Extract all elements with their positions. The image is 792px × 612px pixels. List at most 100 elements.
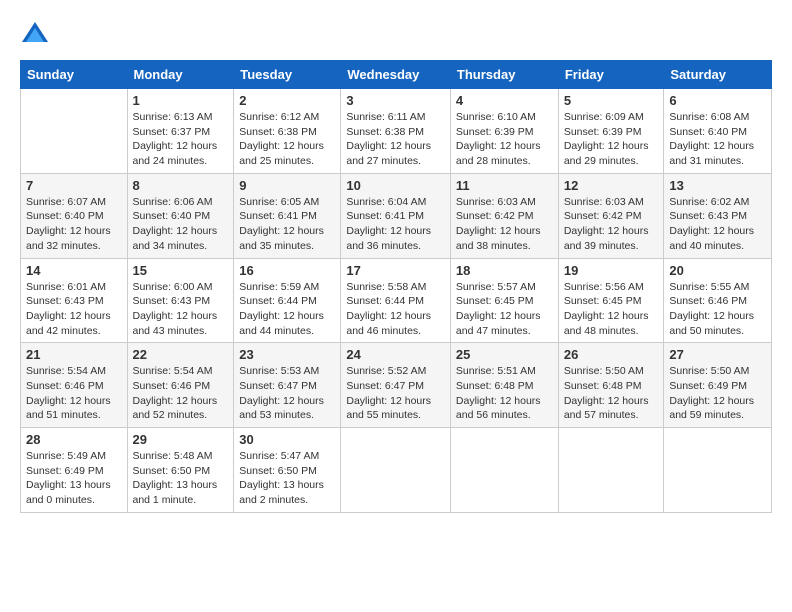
calendar-cell: 1 Sunrise: 6:13 AM Sunset: 6:37 PM Daylig… xyxy=(127,89,234,174)
calendar-cell xyxy=(21,89,128,174)
day-info: Sunrise: 5:55 AM Sunset: 6:46 PM Dayligh… xyxy=(669,280,766,339)
calendar-cell: 17 Sunrise: 5:58 AM Sunset: 6:44 PM Dayli… xyxy=(341,258,451,343)
day-number: 7 xyxy=(26,178,122,193)
calendar-cell xyxy=(341,428,451,513)
day-info: Sunrise: 5:47 AM Sunset: 6:50 PM Dayligh… xyxy=(239,449,335,508)
day-info: Sunrise: 6:07 AM Sunset: 6:40 PM Dayligh… xyxy=(26,195,122,254)
day-number: 10 xyxy=(346,178,445,193)
day-number: 5 xyxy=(564,93,659,108)
calendar-cell: 7 Sunrise: 6:07 AM Sunset: 6:40 PM Daylig… xyxy=(21,173,128,258)
calendar-cell: 16 Sunrise: 5:59 AM Sunset: 6:44 PM Dayli… xyxy=(234,258,341,343)
column-header-thursday: Thursday xyxy=(450,61,558,89)
logo xyxy=(20,20,54,50)
day-info: Sunrise: 5:54 AM Sunset: 6:46 PM Dayligh… xyxy=(26,364,122,423)
calendar-cell: 29 Sunrise: 5:48 AM Sunset: 6:50 PM Dayli… xyxy=(127,428,234,513)
calendar-cell: 3 Sunrise: 6:11 AM Sunset: 6:38 PM Daylig… xyxy=(341,89,451,174)
day-number: 19 xyxy=(564,263,659,278)
day-info: Sunrise: 5:54 AM Sunset: 6:46 PM Dayligh… xyxy=(133,364,229,423)
day-number: 18 xyxy=(456,263,553,278)
day-info: Sunrise: 5:58 AM Sunset: 6:44 PM Dayligh… xyxy=(346,280,445,339)
calendar-cell: 23 Sunrise: 5:53 AM Sunset: 6:47 PM Dayli… xyxy=(234,343,341,428)
calendar-cell: 19 Sunrise: 5:56 AM Sunset: 6:45 PM Dayli… xyxy=(558,258,664,343)
day-info: Sunrise: 6:13 AM Sunset: 6:37 PM Dayligh… xyxy=(133,110,229,169)
day-info: Sunrise: 5:51 AM Sunset: 6:48 PM Dayligh… xyxy=(456,364,553,423)
calendar-cell: 14 Sunrise: 6:01 AM Sunset: 6:43 PM Dayli… xyxy=(21,258,128,343)
calendar-cell: 26 Sunrise: 5:50 AM Sunset: 6:48 PM Dayli… xyxy=(558,343,664,428)
day-number: 28 xyxy=(26,432,122,447)
day-number: 1 xyxy=(133,93,229,108)
calendar-table: SundayMondayTuesdayWednesdayThursdayFrid… xyxy=(20,60,772,513)
day-number: 17 xyxy=(346,263,445,278)
day-info: Sunrise: 5:57 AM Sunset: 6:45 PM Dayligh… xyxy=(456,280,553,339)
calendar-cell: 20 Sunrise: 5:55 AM Sunset: 6:46 PM Dayli… xyxy=(664,258,772,343)
day-number: 9 xyxy=(239,178,335,193)
day-number: 29 xyxy=(133,432,229,447)
calendar-cell: 15 Sunrise: 6:00 AM Sunset: 6:43 PM Dayli… xyxy=(127,258,234,343)
calendar-cell: 18 Sunrise: 5:57 AM Sunset: 6:45 PM Dayli… xyxy=(450,258,558,343)
day-number: 16 xyxy=(239,263,335,278)
day-number: 11 xyxy=(456,178,553,193)
day-number: 13 xyxy=(669,178,766,193)
column-header-saturday: Saturday xyxy=(664,61,772,89)
calendar-cell: 10 Sunrise: 6:04 AM Sunset: 6:41 PM Dayli… xyxy=(341,173,451,258)
day-number: 30 xyxy=(239,432,335,447)
day-number: 8 xyxy=(133,178,229,193)
day-number: 21 xyxy=(26,347,122,362)
day-number: 20 xyxy=(669,263,766,278)
day-info: Sunrise: 5:59 AM Sunset: 6:44 PM Dayligh… xyxy=(239,280,335,339)
day-number: 27 xyxy=(669,347,766,362)
day-info: Sunrise: 5:49 AM Sunset: 6:49 PM Dayligh… xyxy=(26,449,122,508)
day-number: 4 xyxy=(456,93,553,108)
column-header-tuesday: Tuesday xyxy=(234,61,341,89)
calendar-cell: 12 Sunrise: 6:03 AM Sunset: 6:42 PM Dayli… xyxy=(558,173,664,258)
day-info: Sunrise: 6:05 AM Sunset: 6:41 PM Dayligh… xyxy=(239,195,335,254)
day-info: Sunrise: 6:04 AM Sunset: 6:41 PM Dayligh… xyxy=(346,195,445,254)
calendar-cell: 2Sunrise: 6:12 AM Sunset: 6:38 PM Daylig… xyxy=(234,89,341,174)
calendar-cell: 22 Sunrise: 5:54 AM Sunset: 6:46 PM Dayli… xyxy=(127,343,234,428)
calendar-cell: 5 Sunrise: 6:09 AM Sunset: 6:39 PM Daylig… xyxy=(558,89,664,174)
day-info: Sunrise: 6:03 AM Sunset: 6:42 PM Dayligh… xyxy=(564,195,659,254)
calendar-cell: 9 Sunrise: 6:05 AM Sunset: 6:41 PM Daylig… xyxy=(234,173,341,258)
day-info: Sunrise: 5:53 AM Sunset: 6:47 PM Dayligh… xyxy=(239,364,335,423)
day-number: 24 xyxy=(346,347,445,362)
day-info: Sunrise: 5:50 AM Sunset: 6:49 PM Dayligh… xyxy=(669,364,766,423)
day-number: 22 xyxy=(133,347,229,362)
calendar-cell: 24 Sunrise: 5:52 AM Sunset: 6:47 PM Dayli… xyxy=(341,343,451,428)
day-number: 12 xyxy=(564,178,659,193)
day-number: 14 xyxy=(26,263,122,278)
calendar-cell xyxy=(664,428,772,513)
calendar-cell: 11 Sunrise: 6:03 AM Sunset: 6:42 PM Dayli… xyxy=(450,173,558,258)
column-header-monday: Monday xyxy=(127,61,234,89)
logo-icon xyxy=(20,20,50,50)
day-info: Sunrise: 6:01 AM Sunset: 6:43 PM Dayligh… xyxy=(26,280,122,339)
calendar-cell: 21 Sunrise: 5:54 AM Sunset: 6:46 PM Dayli… xyxy=(21,343,128,428)
calendar-cell xyxy=(450,428,558,513)
day-info: Sunrise: 6:10 AM Sunset: 6:39 PM Dayligh… xyxy=(456,110,553,169)
calendar-cell xyxy=(558,428,664,513)
calendar-cell: 27 Sunrise: 5:50 AM Sunset: 6:49 PM Dayli… xyxy=(664,343,772,428)
day-info: Sunrise: 5:50 AM Sunset: 6:48 PM Dayligh… xyxy=(564,364,659,423)
calendar-cell: 8 Sunrise: 6:06 AM Sunset: 6:40 PM Daylig… xyxy=(127,173,234,258)
day-number: 23 xyxy=(239,347,335,362)
column-header-sunday: Sunday xyxy=(21,61,128,89)
column-header-wednesday: Wednesday xyxy=(341,61,451,89)
day-info: Sunrise: 5:48 AM Sunset: 6:50 PM Dayligh… xyxy=(133,449,229,508)
page-header xyxy=(20,20,772,50)
calendar-cell: 28 Sunrise: 5:49 AM Sunset: 6:49 PM Dayli… xyxy=(21,428,128,513)
day-number: 3 xyxy=(346,93,445,108)
day-number: 15 xyxy=(133,263,229,278)
day-info: Sunrise: 6:08 AM Sunset: 6:40 PM Dayligh… xyxy=(669,110,766,169)
day-info: Sunrise: 6:02 AM Sunset: 6:43 PM Dayligh… xyxy=(669,195,766,254)
day-info: Sunrise: 5:56 AM Sunset: 6:45 PM Dayligh… xyxy=(564,280,659,339)
day-number: 26 xyxy=(564,347,659,362)
day-info: Sunrise: 6:06 AM Sunset: 6:40 PM Dayligh… xyxy=(133,195,229,254)
day-number: 6 xyxy=(669,93,766,108)
day-info: Sunrise: 6:09 AM Sunset: 6:39 PM Dayligh… xyxy=(564,110,659,169)
day-number: 25 xyxy=(456,347,553,362)
day-info: Sunrise: 6:00 AM Sunset: 6:43 PM Dayligh… xyxy=(133,280,229,339)
day-info: Sunrise: 6:11 AM Sunset: 6:38 PM Dayligh… xyxy=(346,110,445,169)
day-info: Sunrise: 6:03 AM Sunset: 6:42 PM Dayligh… xyxy=(456,195,553,254)
calendar-cell: 13 Sunrise: 6:02 AM Sunset: 6:43 PM Dayli… xyxy=(664,173,772,258)
day-info: Sunrise: 5:52 AM Sunset: 6:47 PM Dayligh… xyxy=(346,364,445,423)
column-header-friday: Friday xyxy=(558,61,664,89)
